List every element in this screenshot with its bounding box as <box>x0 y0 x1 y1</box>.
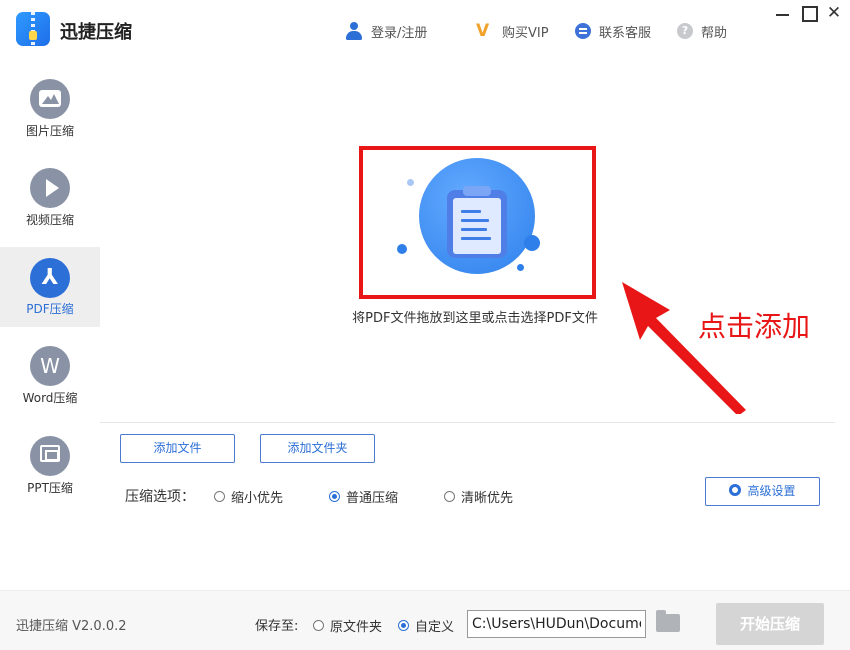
decor-dot-icon <box>407 179 414 186</box>
title-bar: 迅捷压缩 登录/注册 V 购买VIP 联系客服 ? 帮助 ✕ <box>0 0 850 60</box>
option-shrink-priority[interactable]: 缩小优先 <box>214 487 283 506</box>
divider <box>100 422 835 423</box>
play-icon <box>30 168 70 208</box>
login-link[interactable]: 登录/注册 <box>345 20 427 42</box>
image-icon <box>30 79 70 119</box>
help-icon: ? <box>677 23 693 39</box>
drop-hint-text: 将PDF文件拖放到这里或点击选择PDF文件 <box>352 311 598 326</box>
word-icon: W <box>30 346 70 386</box>
service-label: 联系客服 <box>599 25 652 41</box>
option-label: 自定义 <box>415 620 455 635</box>
sidebar-item-pdf[interactable]: ⅄ PDF压缩 <box>0 247 100 327</box>
sidebar-item-label: Word压缩 <box>22 391 78 405</box>
radio-checked-icon <box>398 620 409 631</box>
start-compress-button[interactable]: 开始压缩 <box>716 603 824 645</box>
option-label: 普通压缩 <box>346 491 399 506</box>
option-label: 清晰优先 <box>461 491 514 506</box>
footer-bar: 迅捷压缩 V2.0.0.2 保存至: 原文件夹 自定义 开始压缩 <box>0 590 850 650</box>
radio-icon <box>214 491 225 502</box>
login-label: 登录/注册 <box>371 25 428 41</box>
sidebar-item-label: 图片压缩 <box>25 124 74 138</box>
annotation-text: 点击添加 <box>698 310 811 343</box>
chat-icon <box>575 23 591 39</box>
sidebar: 图片压缩 视频压缩 ⅄ PDF压缩 W Word压缩 PPT压缩 <box>0 60 100 590</box>
ppt-icon <box>30 436 70 476</box>
save-custom-option[interactable]: 自定义 <box>398 616 454 635</box>
clipboard-icon <box>419 158 535 274</box>
radio-icon <box>444 491 455 502</box>
save-to-label: 保存至: <box>255 619 299 634</box>
gear-icon <box>729 484 742 496</box>
save-original-folder-option[interactable]: 原文件夹 <box>313 616 382 635</box>
pdf-icon: ⅄ <box>30 258 70 298</box>
decor-dot-icon <box>517 264 524 271</box>
help-label: 帮助 <box>701 25 728 41</box>
save-path-input[interactable] <box>467 610 646 638</box>
maximize-button[interactable] <box>798 2 820 24</box>
sidebar-item-label: PDF压缩 <box>26 302 74 316</box>
vip-label: 购买VIP <box>502 25 549 41</box>
option-label: 原文件夹 <box>330 620 383 635</box>
app-title: 迅捷压缩 <box>60 22 132 43</box>
contact-service-link[interactable]: 联系客服 <box>575 20 651 42</box>
vip-icon: V <box>476 21 490 41</box>
sidebar-item-label: PPT压缩 <box>27 481 73 495</box>
folder-icon[interactable] <box>656 610 680 632</box>
app-logo-icon <box>16 12 50 46</box>
close-button[interactable]: ✕ <box>823 2 845 24</box>
buy-vip-link[interactable]: V 购买VIP <box>476 20 549 42</box>
option-normal-compress[interactable]: 普通压缩 <box>329 487 398 506</box>
radio-checked-icon <box>329 491 340 502</box>
add-file-button[interactable]: 添加文件 <box>120 434 235 463</box>
radio-icon <box>313 620 324 631</box>
minimize-button[interactable] <box>772 2 794 24</box>
file-drop-zone[interactable] <box>359 146 596 299</box>
sidebar-item-video[interactable]: 视频压缩 <box>0 149 100 229</box>
compress-options-label: 压缩选项： <box>125 489 195 505</box>
decor-dot-icon <box>397 244 407 254</box>
add-folder-button[interactable]: 添加文件夹 <box>260 434 375 463</box>
help-link[interactable]: ? 帮助 <box>677 20 727 42</box>
decor-dot-icon <box>524 235 540 251</box>
advanced-settings-button[interactable]: 高级设置 <box>705 477 820 506</box>
option-label: 缩小优先 <box>231 491 284 506</box>
advanced-label: 高级设置 <box>747 484 796 498</box>
sidebar-item-label: 视频压缩 <box>25 213 74 227</box>
sidebar-item-word[interactable]: W Word压缩 <box>0 327 100 407</box>
version-text: 迅捷压缩 V2.0.0.2 <box>16 619 127 634</box>
user-icon <box>345 22 363 40</box>
main-panel: 将PDF文件拖放到这里或点击选择PDF文件 点击添加 添加文件 添加文件夹 压缩… <box>100 60 850 590</box>
option-clarity-priority[interactable]: 清晰优先 <box>444 487 513 506</box>
sidebar-item-image[interactable]: 图片压缩 <box>0 60 100 140</box>
sidebar-item-ppt[interactable]: PPT压缩 <box>0 417 100 497</box>
